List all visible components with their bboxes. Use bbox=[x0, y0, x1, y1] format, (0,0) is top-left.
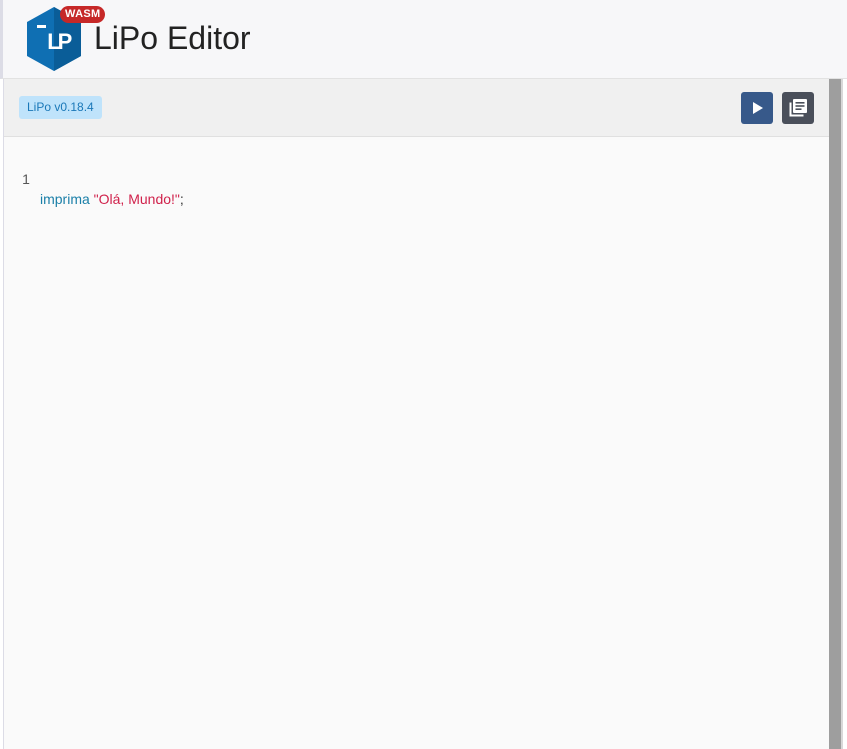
svg-text:P: P bbox=[58, 29, 73, 54]
app-title: LiPo Editor bbox=[94, 20, 251, 56]
code-text[interactable]: imprima "Olá, Mundo!"; bbox=[40, 189, 184, 209]
keyword-token: imprima bbox=[40, 191, 90, 207]
docs-button[interactable] bbox=[782, 92, 814, 124]
library-books-icon bbox=[789, 99, 807, 117]
app-header: L P WASM LiPo Editor bbox=[0, 0, 847, 79]
code-line[interactable]: 1 imprima "Olá, Mundo!"; bbox=[4, 149, 184, 207]
editor-panel: LiPo v0.18.4 1 imprima "Olá, Mundo!"; bbox=[3, 79, 829, 749]
scrollbar-thumb[interactable] bbox=[829, 79, 841, 749]
code-editor[interactable]: 1 imprima "Olá, Mundo!"; bbox=[4, 137, 829, 749]
line-number: 1 bbox=[22, 171, 30, 187]
editor-toolbar: LiPo v0.18.4 bbox=[4, 79, 829, 137]
vertical-scrollbar[interactable] bbox=[829, 79, 843, 749]
run-button[interactable] bbox=[741, 92, 773, 124]
version-chip: LiPo v0.18.4 bbox=[19, 96, 102, 119]
terminator-token: ; bbox=[179, 191, 184, 207]
play-icon bbox=[753, 102, 763, 114]
string-token: "Olá, Mundo!" bbox=[93, 191, 180, 207]
